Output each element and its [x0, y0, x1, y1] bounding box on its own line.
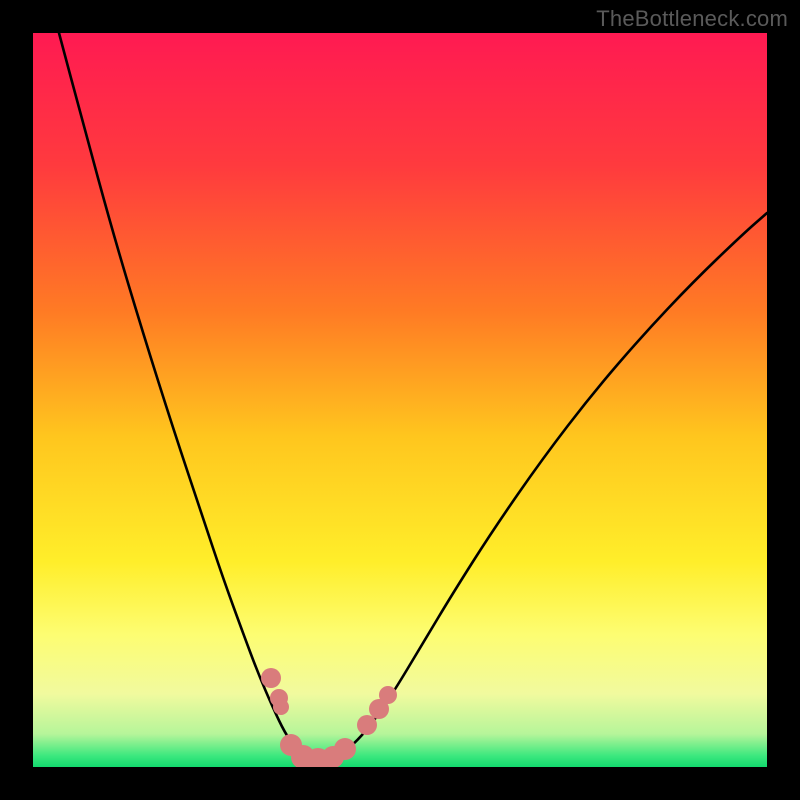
curve-marker	[357, 715, 377, 735]
gradient-background	[33, 33, 767, 767]
curve-marker	[273, 699, 289, 715]
outer-frame: TheBottleneck.com	[0, 0, 800, 800]
watermark-text: TheBottleneck.com	[596, 6, 788, 32]
curve-marker	[261, 668, 281, 688]
plot-area	[33, 33, 767, 767]
chart-svg	[33, 33, 767, 767]
curve-marker	[379, 686, 397, 704]
curve-marker	[334, 738, 356, 760]
